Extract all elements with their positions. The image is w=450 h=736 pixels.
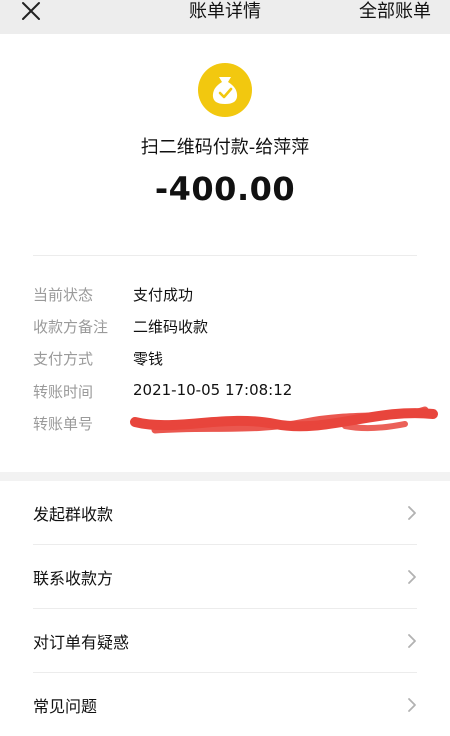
detail-label: 支付方式: [33, 350, 94, 368]
detail-row-payee-note: 收款方备注 二维码收款: [0, 316, 450, 338]
detail-label: 转账单号: [33, 415, 94, 433]
merchant-name: 扫二维码付款-给萍萍: [140, 137, 310, 158]
chevron-right-icon: [408, 633, 416, 648]
payment-amount: -400.00: [154, 170, 296, 208]
detail-value: 支付成功: [133, 286, 194, 304]
menu-item-label: 对订单有疑惑: [33, 632, 130, 652]
detail-row-payment-method: 支付方式 零钱: [0, 348, 450, 370]
menu-item-label: 发起群收款: [33, 504, 114, 524]
chevron-right-icon: [408, 505, 416, 520]
chevron-right-icon: [408, 569, 416, 584]
section-gap: [0, 472, 450, 481]
menu-item-group-collect[interactable]: 发起群收款: [0, 481, 450, 544]
detail-value: 2021-10-05 17:08:12: [133, 381, 293, 399]
detail-row-status: 当前状态 支付成功: [0, 284, 450, 306]
menu-item-label: 常见问题: [33, 696, 98, 716]
detail-label: 转账时间: [33, 383, 94, 401]
detail-label: 收款方备注: [33, 318, 109, 336]
detail-value: 零钱: [133, 350, 164, 368]
redaction-scribble: [130, 406, 438, 434]
menu-item-faq[interactable]: 常见问题: [0, 673, 450, 736]
detail-label: 当前状态: [33, 286, 94, 304]
menu-item-order-question[interactable]: 对订单有疑惑: [0, 609, 450, 672]
all-bills-link[interactable]: 全部账单: [359, 0, 431, 24]
detail-value: 二维码收款: [133, 318, 209, 336]
detail-row-transfer-time: 转账时间 2021-10-05 17:08:12: [0, 381, 450, 403]
top-bar: 账单详情 全部账单: [0, 0, 450, 34]
menu-item-label: 联系收款方: [33, 568, 114, 588]
divider: [33, 255, 417, 256]
menu-item-contact-payee[interactable]: 联系收款方: [0, 545, 450, 608]
money-bag-icon: [198, 63, 252, 117]
chevron-right-icon: [408, 697, 416, 712]
